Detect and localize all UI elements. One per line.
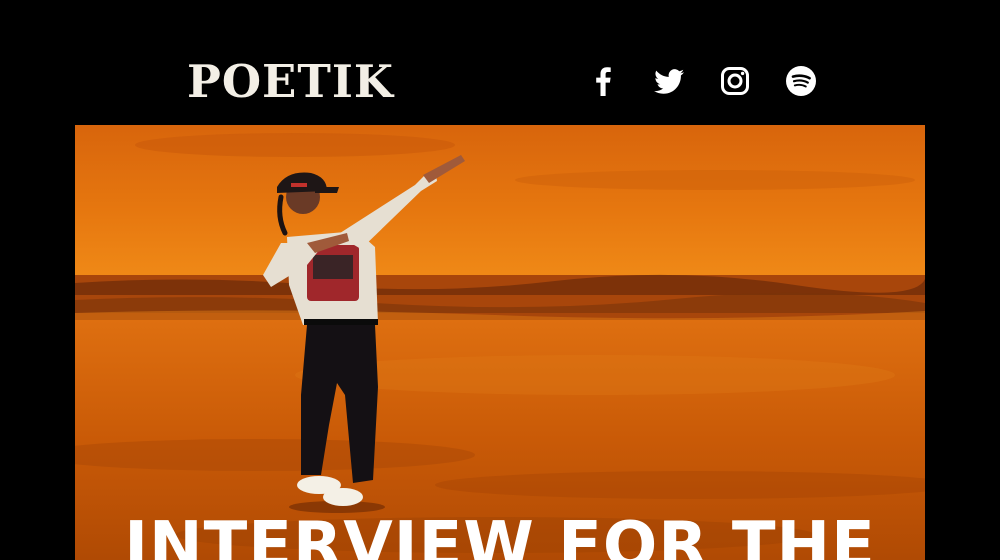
site-logo[interactable]: POETIK <box>187 56 393 108</box>
instagram-link[interactable] <box>718 64 752 98</box>
hero-banner: INTERVIEW FOR THE <box>75 125 925 560</box>
facebook-icon <box>596 67 611 96</box>
page: POETIK INTERVIEW FOR THE <box>0 0 1000 560</box>
instagram-icon <box>721 67 749 95</box>
spotify-link[interactable] <box>784 64 818 98</box>
site-header: POETIK <box>0 0 1000 125</box>
hero-title: INTERVIEW FOR THE <box>124 509 876 560</box>
social-links <box>586 64 818 98</box>
hero-image <box>75 125 925 560</box>
facebook-link[interactable] <box>586 64 620 98</box>
twitter-icon <box>654 69 684 94</box>
spotify-icon <box>786 66 816 96</box>
twitter-link[interactable] <box>652 64 686 98</box>
